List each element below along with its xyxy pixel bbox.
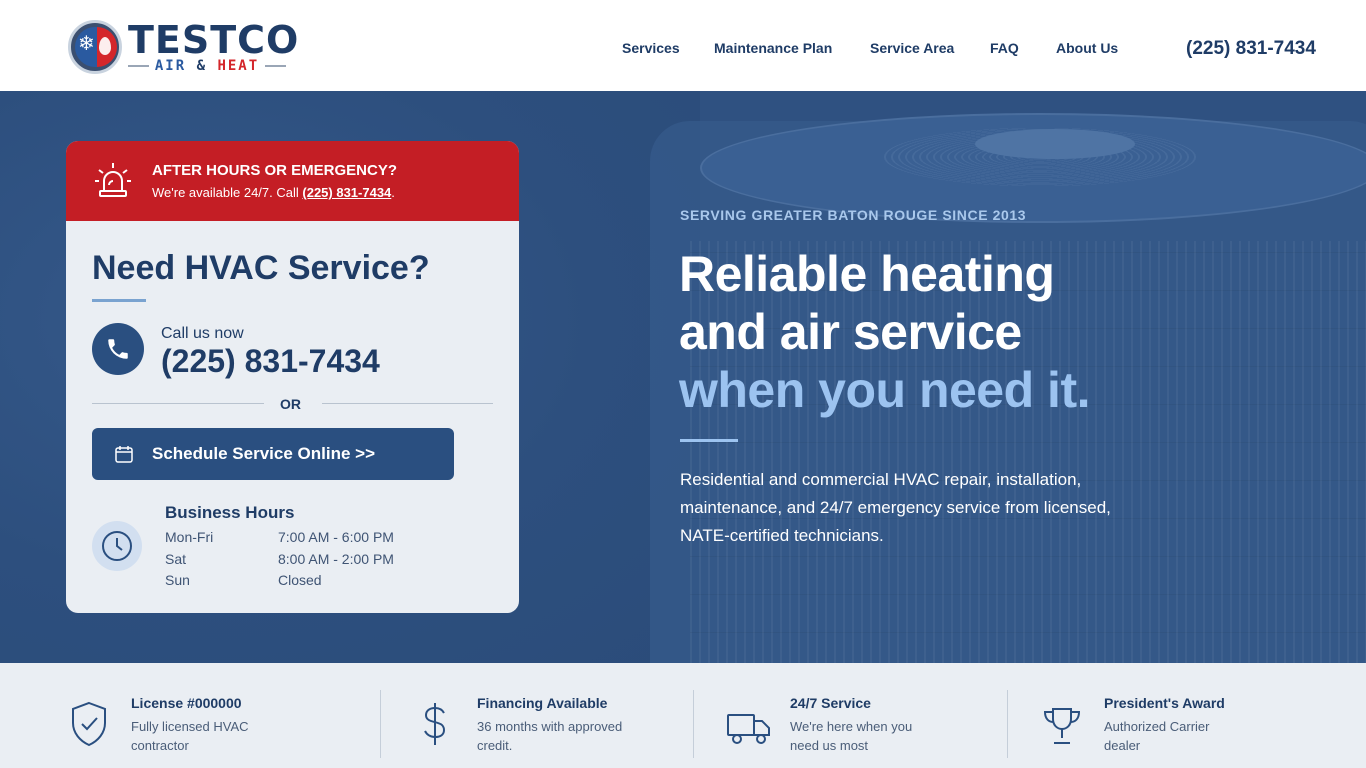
logo[interactable]: ❄ TESTCO AIR & HEAT	[68, 18, 298, 76]
feature-desc: 36 months with approved credit.	[477, 719, 623, 753]
trophy-icon	[1043, 708, 1081, 744]
emergency-title: AFTER HOURS OR EMERGENCY?	[152, 162, 398, 179]
call-now-label: Call us now	[161, 325, 244, 342]
feature-desc: Authorized Carrier dealer	[1104, 719, 1210, 753]
title-underline	[92, 299, 146, 302]
features-strip: License #000000 Fully licensed HVAC cont…	[0, 663, 1366, 768]
emergency-text: We're available 24/7. Call (225) 831-743…	[152, 185, 395, 200]
calendar-icon	[115, 446, 133, 463]
logo-badge-icon: ❄	[68, 20, 122, 74]
nav-services[interactable]: Services	[622, 40, 680, 56]
feature-divider	[693, 690, 694, 758]
clock-icon	[92, 521, 142, 571]
hero-section: AFTER HOURS OR EMERGENCY? We're availabl…	[0, 91, 1366, 663]
hero-description: Residential and commercial HVAC repair, …	[680, 470, 1111, 545]
header-phone-link[interactable]: (225) 831-7434	[1186, 38, 1316, 60]
feature-title: License #000000	[131, 695, 242, 711]
card-phone-link[interactable]: (225) 831-7434	[161, 343, 380, 380]
feature-title: Financing Available	[477, 695, 608, 711]
divider-right	[322, 403, 493, 404]
dollar-icon	[424, 703, 446, 745]
emergency-banner: AFTER HOURS OR EMERGENCY? We're availabl…	[66, 141, 519, 221]
logo-subtitle: AIR & HEAT	[128, 58, 287, 74]
feature-desc: Fully licensed HVAC contractor	[131, 719, 249, 753]
hero-eyebrow: SERVING GREATER BATON ROUGE SINCE 2013	[680, 207, 1027, 223]
nav-maintenance-plan[interactable]: Maintenance Plan	[714, 40, 832, 56]
nav-faq[interactable]: FAQ	[990, 40, 1019, 56]
feature-title: 24/7 Service	[790, 695, 871, 711]
feature-desc: We're here when you need us most	[790, 719, 913, 753]
feature-divider	[1007, 690, 1008, 758]
logo-name: TESTCO	[128, 18, 300, 62]
nav-about-us[interactable]: About Us	[1056, 40, 1118, 56]
shield-check-icon	[72, 701, 106, 747]
emergency-phone-link[interactable]: (225) 831-7434	[302, 185, 391, 200]
service-card: AFTER HOURS OR EMERGENCY? We're availabl…	[66, 141, 519, 613]
nav-service-area[interactable]: Service Area	[870, 40, 954, 56]
phone-icon[interactable]	[92, 323, 144, 375]
feature-divider	[380, 690, 381, 758]
schedule-button-label: Schedule Service Online >>	[152, 444, 375, 463]
or-label: OR	[280, 396, 301, 412]
hero-rule	[680, 439, 738, 442]
truck-icon	[727, 714, 770, 744]
divider-left	[92, 403, 264, 404]
hero-headline: Reliable heating and air service when yo…	[679, 246, 1090, 418]
siren-icon	[95, 163, 131, 197]
schedule-service-button[interactable]: Schedule Service Online >>	[92, 428, 454, 480]
card-title: Need HVAC Service?	[92, 249, 430, 287]
business-hours-title: Business Hours	[165, 503, 295, 522]
site-header: ❄ TESTCO AIR & HEAT Services Maintenance…	[0, 0, 1366, 91]
feature-title: President's Award	[1104, 695, 1225, 711]
